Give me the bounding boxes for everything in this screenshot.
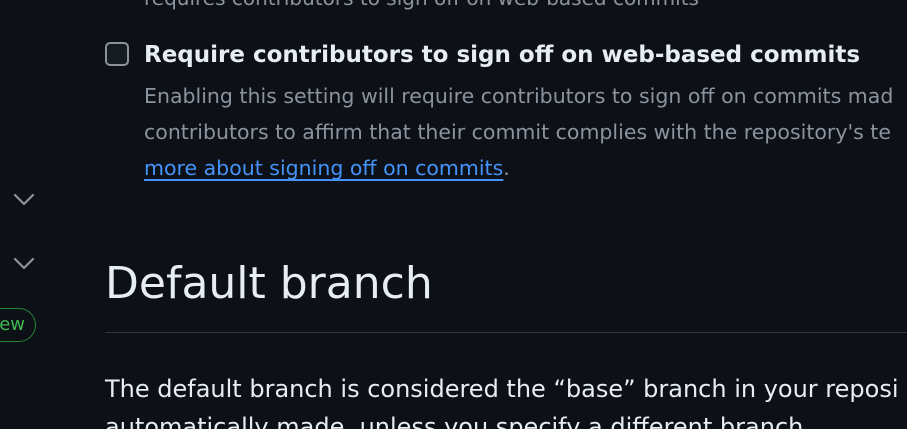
settings-page: requires contributors to sign off on web… [0, 0, 907, 429]
description-line-3: more about signing off on commits. [144, 150, 893, 186]
chevron-down-icon[interactable] [12, 254, 36, 272]
description-line-2: contributors to affirm that their commit… [144, 120, 891, 144]
signoff-option-label[interactable]: Require contributors to sign off on web-… [144, 38, 860, 72]
chevron-down-icon[interactable] [12, 190, 36, 208]
description-period: . [503, 156, 510, 180]
default-branch-description: The default branch is considered the “ba… [105, 370, 899, 429]
default-branch-line-2: automatically made, unless you specify a… [105, 413, 811, 429]
previous-section-text: requires contributors to sign off on web… [144, 0, 699, 10]
signoff-option-description: Enabling this setting will require contr… [144, 78, 893, 186]
description-line-1: Enabling this setting will require contr… [144, 84, 894, 108]
default-branch-heading: Default branch [105, 258, 433, 309]
learn-more-signoff-link[interactable]: more about signing off on commits [144, 156, 503, 180]
signoff-checkbox[interactable] [105, 42, 129, 66]
default-branch-line-1: The default branch is considered the “ba… [105, 375, 899, 403]
new-badge: New [0, 308, 36, 342]
section-divider [105, 332, 907, 333]
